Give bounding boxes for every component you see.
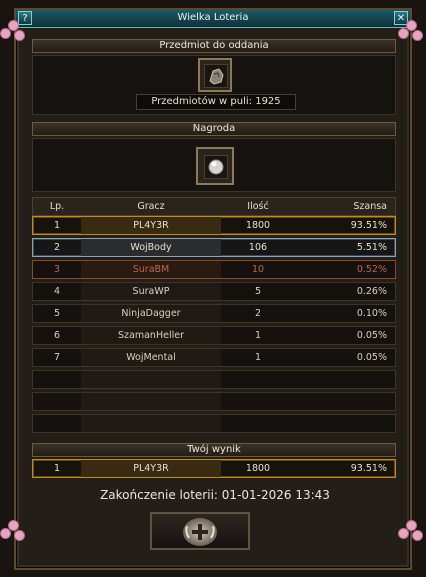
empty-table-row [32,370,396,389]
row-amount: 106 [248,242,268,253]
row-chance: 0.52% [295,261,395,278]
your-lp: 1 [53,463,61,474]
row-lp: 5 [53,308,61,319]
row-lp: 3 [53,264,61,275]
your-chance: 93.51% [295,460,395,477]
header-player: Gracz [137,201,165,212]
header-amount: Ilość [247,201,269,212]
pearl-icon [204,155,228,179]
reward-slot[interactable] [196,147,234,185]
ore-stone-icon [204,64,228,88]
row-lp: 4 [53,286,61,297]
row-player [81,415,221,432]
row-player: SzamanHeller [81,327,221,344]
row-chance-value: 0.52% [356,264,387,275]
row-chance: 5.51% [295,239,395,256]
section-your-result-header: Twój wynik [32,443,396,457]
your-result-row: 1 PL4Y3R 1800 93.51% [32,459,396,478]
row-chance: 0.10% [295,305,395,322]
cherry-blossom-icon [398,520,424,544]
your-player: PL4Y3R [81,460,221,477]
header-chance-label: Szansa [353,201,387,212]
table-row[interactable]: 6 SzamanHeller 1 0.05% [32,326,396,345]
title-bar[interactable]: ? Wielka Loteria ✕ [16,10,410,28]
lottery-window: ? Wielka Loteria ✕ Przedmiot do oddania … [14,8,412,570]
row-amount: 1 [254,330,262,341]
row-chance-value: 0.26% [356,286,387,297]
table-row[interactable]: 3 SuraBM 10 0.52% [32,260,396,279]
row-chance-value: 0.05% [356,352,387,363]
row-chance-value: 0.10% [356,308,387,319]
row-player: WojBody [81,239,221,256]
row-chance: 0.05% [295,327,395,344]
row-chance: 0.05% [295,349,395,366]
participate-button[interactable] [150,512,250,550]
empty-table-row [32,414,396,433]
table-row[interactable]: 1 PL4Y3R 1800 93.51% [32,216,396,235]
pool-count: Przedmiotów w puli: 1925 [136,94,296,110]
row-player [81,393,221,410]
row-chance-value: 5.51% [356,242,387,253]
empty-table-row [32,392,396,411]
lottery-end-time: Zakończenie loterii: 01-01-2026 13:43 [100,488,330,502]
your-chance-value: 93.51% [350,463,387,474]
table-row[interactable]: 2 WojBody 106 5.51% [32,238,396,257]
cherry-blossom-icon [0,20,26,44]
row-player: WojMental [81,349,221,366]
row-lp: 7 [53,352,61,363]
cherry-blossom-icon [398,20,424,44]
table-header: Lp. Gracz Ilość Szansa [32,197,396,216]
row-lp: 6 [53,330,61,341]
row-lp: 1 [53,220,61,231]
reward-panel [32,138,396,192]
section-reward-header: Nagroda [32,122,396,136]
item-slot[interactable] [198,58,232,92]
row-chance-value: 93.51% [350,220,387,231]
table-row[interactable]: 7 WojMental 1 0.05% [32,348,396,367]
table-row[interactable]: 5 NinjaDagger 2 0.10% [32,304,396,323]
header-chance: Szansa [295,198,395,215]
row-chance-value: 0.05% [356,330,387,341]
row-player: PL4Y3R [81,217,221,234]
row-player [81,371,221,388]
item-panel: Przedmiotów w puli: 1925 [32,55,396,115]
row-chance: 0.26% [295,283,395,300]
row-amount: 1800 [245,220,271,231]
header-lp: Lp. [49,201,65,212]
cherry-blossom-icon [0,520,26,544]
row-amount: 2 [254,308,262,319]
row-lp: 2 [53,242,61,253]
row-amount: 10 [251,264,265,275]
window-title: Wielka Loteria [177,12,249,23]
your-amount: 1800 [245,463,271,474]
row-chance: 93.51% [295,217,395,234]
row-player: NinjaDagger [81,305,221,322]
row-amount: 1 [254,352,262,363]
row-amount: 5 [254,286,262,297]
plus-emblem-icon [183,518,217,546]
row-player: SuraBM [81,261,221,278]
row-player: SuraWP [81,283,221,300]
section-item-header: Przedmiot do oddania [32,39,396,53]
table-row[interactable]: 4 SuraWP 5 0.26% [32,282,396,301]
